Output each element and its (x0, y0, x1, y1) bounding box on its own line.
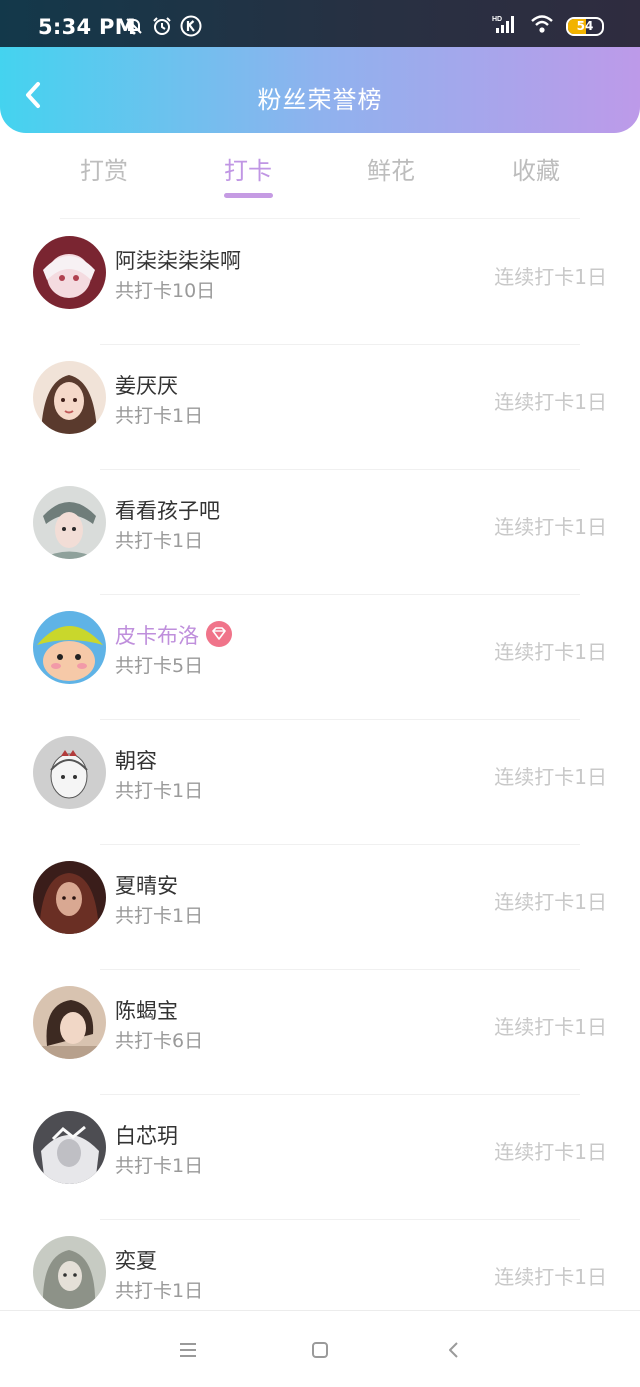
tab-bar: 打赏 打卡 鲜花 收藏 (0, 133, 640, 203)
fan-list: 阿柒柒柒柒啊 共打卡10日 连续打卡1日 姜厌厌 共打卡1日 连续打卡1日 看看… (0, 220, 640, 1345)
fan-streak: 连续打卡1日 (494, 1140, 607, 1164)
avatar (33, 736, 106, 809)
fan-total-checkins: 共打卡5日 (115, 655, 204, 677)
battery-icon: 54 (566, 16, 604, 36)
list-item[interactable]: 阿柒柒柒柒啊 共打卡10日 连续打卡1日 (0, 220, 640, 345)
status-bar: 5:34 PM HD 54 (0, 0, 640, 47)
hd-signal-icon: HD (492, 14, 518, 38)
tab-flowers[interactable]: 鲜花 (331, 151, 451, 186)
tab-checkin[interactable]: 打卡 (188, 151, 308, 186)
fan-name: 看看孩子吧 (115, 499, 220, 523)
list-item[interactable]: 朝容 共打卡1日 连续打卡1日 (0, 720, 640, 845)
battery-level: 54 (576, 18, 594, 33)
fan-streak: 连续打卡1日 (494, 765, 607, 789)
fan-streak: 连续打卡1日 (494, 390, 607, 414)
fan-total-checkins: 共打卡6日 (115, 1030, 204, 1052)
fan-name: 白芯玥 (115, 1124, 178, 1148)
avatar (33, 1111, 106, 1184)
avatar (33, 1236, 106, 1309)
status-time: 5:34 PM (38, 15, 136, 39)
list-item[interactable]: 看看孩子吧 共打卡1日 连续打卡1日 (0, 470, 640, 595)
avatar (33, 236, 106, 309)
fan-streak: 连续打卡1日 (494, 1015, 607, 1039)
active-tab-indicator (224, 193, 273, 198)
tab-favorites[interactable]: 收藏 (476, 151, 596, 186)
avatar (33, 486, 106, 559)
fan-streak: 连续打卡1日 (494, 640, 607, 664)
fan-total-checkins: 共打卡1日 (115, 780, 204, 802)
fan-name: 陈蝎宝 (115, 999, 178, 1023)
fan-total-checkins: 共打卡1日 (115, 1280, 204, 1302)
fan-name: 夏晴安 (115, 874, 178, 898)
list-item[interactable]: 姜厌厌 共打卡1日 连续打卡1日 (0, 345, 640, 470)
svg-text:HD: HD (492, 16, 502, 23)
avatar (33, 861, 106, 934)
alarm-icon (152, 16, 172, 40)
list-item[interactable]: 夏晴安 共打卡1日 连续打卡1日 (0, 845, 640, 970)
fan-streak: 连续打卡1日 (494, 265, 607, 289)
fan-streak: 连续打卡1日 (494, 515, 607, 539)
page-title: 粉丝荣誉榜 (257, 86, 383, 114)
fan-total-checkins: 共打卡1日 (115, 1155, 204, 1177)
fan-name: 朝容 (115, 749, 157, 773)
avatar (33, 986, 106, 1059)
tab-divider (60, 218, 580, 219)
fan-total-checkins: 共打卡1日 (115, 405, 204, 427)
fan-name: 奕夏 (115, 1249, 157, 1273)
avatar (33, 361, 106, 434)
back-triangle-icon[interactable] (443, 1339, 465, 1361)
fan-total-checkins: 共打卡1日 (115, 905, 204, 927)
list-item[interactable]: 白芯玥 共打卡1日 连续打卡1日 (0, 1095, 640, 1220)
home-square-icon[interactable] (309, 1339, 331, 1361)
mute-bell-icon (124, 16, 144, 40)
avatar (33, 611, 106, 684)
fan-total-checkins: 共打卡1日 (115, 530, 204, 552)
wifi-icon (530, 14, 554, 38)
fan-total-checkins: 共打卡10日 (115, 280, 216, 302)
list-item[interactable]: 陈蝎宝 共打卡6日 连续打卡1日 (0, 970, 640, 1095)
k-app-icon (180, 15, 202, 41)
system-navigation-bar (0, 1310, 640, 1387)
diamond-icon (206, 621, 232, 647)
fan-name: 阿柒柒柒柒啊 (115, 249, 241, 273)
list-item[interactable]: 皮卡布洛 共打卡5日 连续打卡1日 (0, 595, 640, 720)
fan-name: 姜厌厌 (115, 374, 178, 398)
tab-reward[interactable]: 打赏 (44, 151, 164, 186)
menu-icon[interactable] (177, 1339, 199, 1361)
fan-streak: 连续打卡1日 (494, 1265, 607, 1289)
fan-name: 皮卡布洛 (115, 624, 199, 648)
fan-streak: 连续打卡1日 (494, 890, 607, 914)
